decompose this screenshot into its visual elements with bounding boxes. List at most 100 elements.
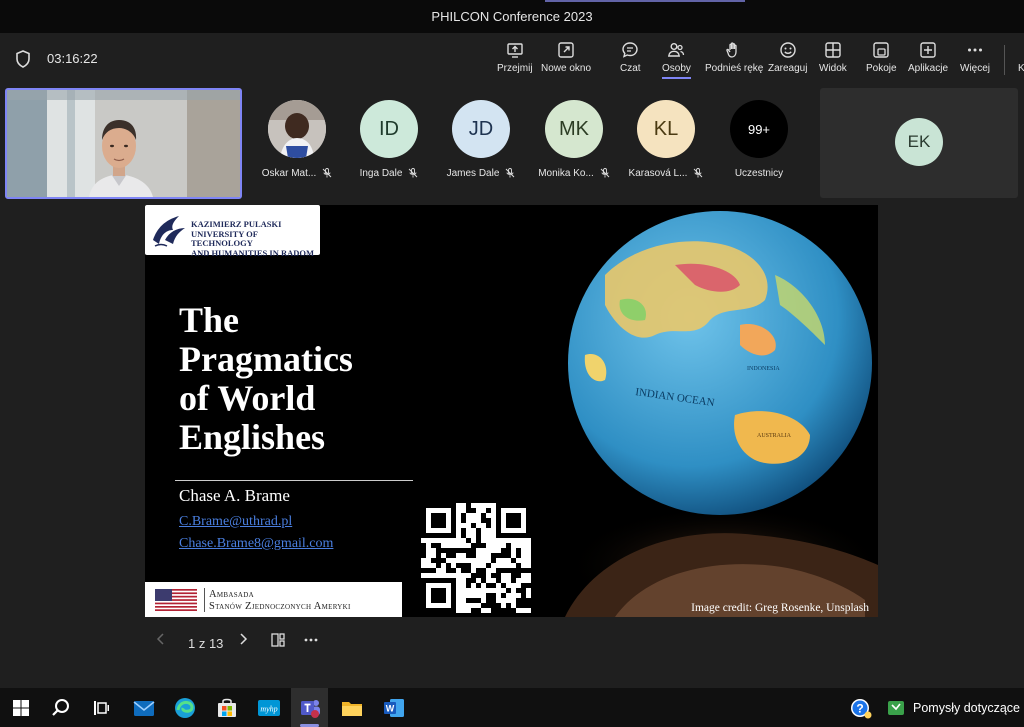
mic-off-icon [409,168,418,178]
globe-indonesia-label: INDONESIA [747,366,780,372]
svg-text:myhp: myhp [260,705,277,714]
participants-label: Uczestnicy [734,168,784,179]
overflow-count: 99+ [730,100,788,158]
us-flag-icon [155,589,197,611]
react-icon [780,42,796,58]
people-icon [668,43,685,57]
mail-icon[interactable] [131,695,157,721]
more-icon [304,638,318,642]
globe-image: INDIAN OCEAN AUSTRALIA INDONESIA [565,211,878,617]
store-icon[interactable] [214,695,240,721]
university-logo: KAZIMIERZ PULASKI UNIVERSITY OF TECHNOLO… [145,205,320,258]
presenter-name: Chase A. Brame [179,486,290,505]
more-icon [968,48,982,52]
avatar: JD [452,100,510,158]
email-link[interactable]: Chase.Brame8@gmail.com [179,536,333,552]
mic-off-icon [600,168,610,178]
participant-name: Oskar Mat... [261,168,317,179]
participant-photo [268,100,326,158]
rooms-button[interactable]: Pokoje [866,41,897,74]
avatar: EK [895,118,943,166]
people-button[interactable]: Osoby [662,41,691,79]
shield-icon[interactable] [15,50,31,68]
slide-title: The Pragmatics of World Englishes [179,300,353,457]
react-button[interactable]: Zareaguj [768,41,807,74]
shared-presentation-slide: INDIAN OCEAN AUSTRALIA INDONESIA KAZIMIE… [145,205,878,617]
meeting-toolbar: 03:16:22 Przejmij Nowe okno Czat Osoby P… [0,33,1024,84]
apps-button[interactable]: Aplikacje [908,41,948,74]
mic-off-icon [694,168,703,178]
toolbar-separator [1004,45,1005,75]
grid-view-icon [825,42,841,58]
eagle-logo-icon [153,216,185,247]
participant-name: Monika Ko... [538,168,594,179]
mic-off-icon [322,168,332,178]
raise-hand-icon [726,42,737,58]
news-widget-text[interactable]: Pomysły dotyczące li [913,701,1024,715]
university-name: KAZIMIERZ PULASKI UNIVERSITY OF TECHNOLO… [191,219,315,258]
svg-text:W: W [386,704,395,714]
view-button[interactable]: Widok [819,41,847,74]
more-button[interactable]: Więcej [960,41,990,74]
avatar: ID [360,100,418,158]
chat-icon [622,42,638,58]
participant-name: Inga Dale [359,168,403,179]
participant-oskar[interactable]: Oskar Mat... [253,100,341,179]
avatar [268,100,326,158]
windows-taskbar: myhp W ? Pomysły dotyczące li [0,688,1024,727]
edge-icon[interactable] [172,695,198,721]
chevron-left-icon [156,633,164,645]
meeting-timer: 03:16:22 [47,51,98,66]
svg-text:?: ? [856,702,863,716]
self-video-feed [7,90,240,197]
share-screen-icon [507,43,523,58]
previous-slide-button[interactable] [155,632,167,649]
title-divider [175,480,413,481]
file-explorer-icon[interactable] [339,695,365,721]
help-icon[interactable]: ? [848,695,874,721]
mic-off-icon [506,168,515,178]
slide-more-button[interactable] [303,632,319,651]
new-window-icon [558,42,574,58]
word-icon[interactable]: W [381,695,407,721]
image-credit: Image credit: Greg Rosenke, Unsplash [691,602,869,614]
search-icon[interactable] [48,695,74,721]
teams-icon[interactable] [297,695,323,721]
add-apps-icon [920,42,936,58]
chevron-right-icon [240,633,248,645]
toolbar-overflow-label: K [1018,63,1024,74]
chat-button[interactable]: Czat [620,41,641,74]
window-title: PHILCON Conference 2023 [431,9,593,24]
slides-grid-icon [271,633,285,647]
email-link[interactable]: C.Brame@uthrad.pl [179,514,292,530]
news-widget-icon[interactable] [883,695,909,721]
embassy-divider [204,588,205,612]
new-window-button[interactable]: Nowe okno [541,41,591,74]
participant-karasova[interactable]: KL Karasová L... [622,100,710,179]
slide-sorter-button[interactable] [270,632,286,651]
rooms-icon [873,42,889,58]
participant-james[interactable]: JD James Dale [437,100,525,179]
next-slide-button[interactable] [237,632,249,649]
pinned-participant-tile[interactable]: EK [820,88,1018,198]
task-view-icon[interactable] [88,695,114,721]
titlebar-accent [545,0,745,2]
qr-code-pattern [421,503,531,613]
hp-icon[interactable]: myhp [256,695,282,721]
participant-name: James Dale [446,168,500,179]
share-button[interactable]: Przejmij [497,41,533,74]
self-video-tile[interactable] [5,88,242,199]
slide-counter: 1 z 13 [188,636,224,651]
participant-name: Karasová L... [628,168,688,179]
participant-monika[interactable]: MK Monika Ko... [530,100,618,179]
globe-australia-label: AUSTRALIA [757,433,792,439]
start-icon[interactable] [8,695,34,721]
embassy-name: Ambasada Stanów Zjednoczonych Ameryki [209,589,351,612]
window-titlebar: PHILCON Conference 2023 [0,0,1024,33]
raise-hand-button[interactable]: Podnieś rękę [705,41,763,74]
participant-inga[interactable]: ID Inga Dale [345,100,433,179]
avatar: KL [637,100,695,158]
participants-overflow-button[interactable]: 99+ Uczestnicy [715,100,803,179]
avatar: MK [545,100,603,158]
qr-code [421,503,531,613]
